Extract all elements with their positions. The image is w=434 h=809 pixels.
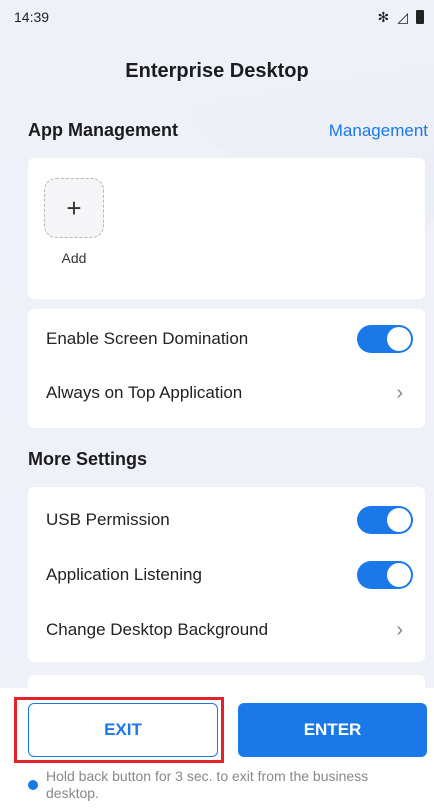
usb-permission-toggle[interactable] [357, 506, 413, 534]
row-label: Enable Screen Domination [46, 329, 249, 348]
app-management-heading: App Management [28, 120, 179, 140]
page-title: Enterprise Desktop [125, 60, 309, 82]
add-app-button[interactable]: + [44, 178, 104, 238]
bluetooth-icon: ✻ [377, 8, 390, 25]
status-time: 14:39 [14, 9, 50, 25]
status-bar: 14:39 ✻ ◿ [0, 0, 434, 34]
always-on-top-row[interactable]: Always on Top Application › [28, 365, 425, 421]
row-label: USB Permission [46, 510, 170, 529]
chevron-right-icon: › [396, 381, 403, 404]
chevron-right-icon: › [396, 618, 403, 641]
bottom-action-bar: EXIT ENTER Hold back button for 3 sec. t… [0, 688, 434, 809]
row-label: Application Listening [46, 565, 202, 584]
management-link[interactable]: Management [329, 121, 428, 141]
exit-highlight-box [14, 697, 224, 763]
more-settings-heading: More Settings [28, 449, 148, 469]
application-listening-row: Application Listening [28, 547, 425, 603]
battery-icon [416, 10, 424, 24]
application-listening-toggle[interactable] [357, 561, 413, 589]
status-icons: ✻ ◿ [377, 9, 424, 26]
row-label: Change Desktop Background [46, 620, 269, 639]
more-settings-card: USB Permission Application Listening Cha… [28, 487, 425, 662]
app-management-header: App Management Management [28, 120, 428, 141]
usb-permission-row: USB Permission [28, 492, 425, 548]
screen-settings-card: Enable Screen Domination Always on Top A… [28, 309, 425, 428]
enable-screen-domination-toggle[interactable] [357, 325, 413, 353]
row-label: Always on Top Application [46, 383, 243, 402]
info-icon [28, 780, 38, 790]
enable-screen-domination-row: Enable Screen Domination [28, 311, 425, 367]
signal-icon: ◿ [397, 8, 408, 25]
app-list-card: + Add [28, 158, 425, 299]
enter-button[interactable]: ENTER [238, 703, 427, 757]
change-desktop-background-row[interactable]: Change Desktop Background › [28, 602, 425, 658]
exit-hint-text: Hold back button for 3 sec. to exit from… [46, 768, 369, 801]
more-settings-header: More Settings [28, 449, 428, 470]
add-app-label: Add [61, 250, 87, 266]
exit-hint: Hold back button for 3 sec. to exit from… [28, 768, 394, 802]
plus-icon: + [66, 192, 82, 223]
